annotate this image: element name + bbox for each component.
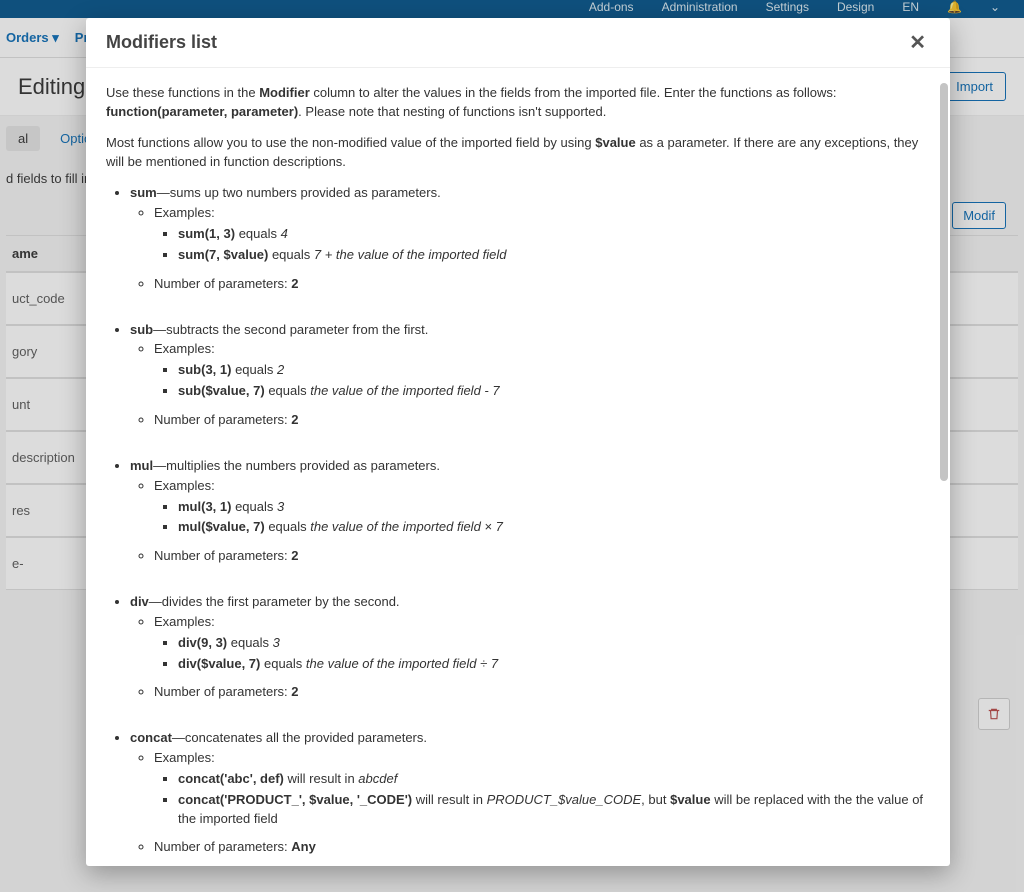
intro-paragraph-2: Most functions allow you to use the non-… [106, 134, 930, 172]
modal-title: Modifiers list [106, 32, 217, 53]
function-div: div—divides the first parameter by the s… [130, 592, 930, 712]
function-sub: sub—subtracts the second parameter from … [130, 320, 930, 440]
examples-label: Examples: [154, 203, 930, 224]
function-sum: sum—sums up two numbers provided as para… [130, 183, 930, 303]
modifiers-modal: Modifiers list ✕ Use these functions in … [86, 18, 950, 866]
modal-body: Use these functions in the Modifier colu… [86, 68, 950, 866]
function-mul: mul—multiplies the numbers provided as p… [130, 456, 930, 576]
scrollbar-thumb[interactable] [940, 83, 948, 481]
intro-paragraph-1: Use these functions in the Modifier colu… [106, 84, 930, 122]
function-concat: concat—concatenates all the provided par… [130, 728, 930, 866]
close-icon[interactable]: ✕ [905, 33, 930, 53]
